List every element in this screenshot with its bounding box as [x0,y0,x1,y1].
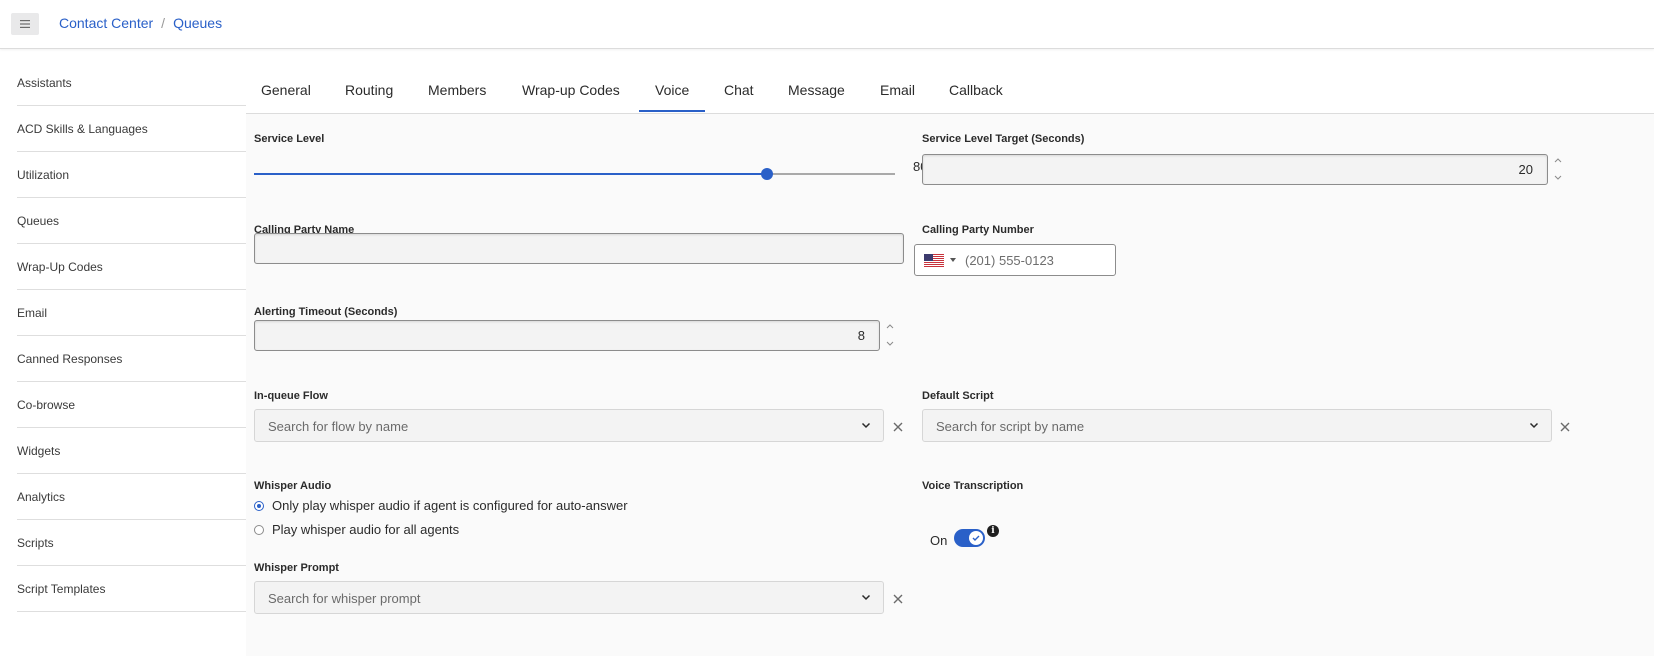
alerting-timeout-input[interactable] [254,320,880,351]
tab-wrap-up-codes[interactable]: Wrap-up Codes [522,82,620,98]
sidebar-item-widgets[interactable]: Widgets [17,428,253,474]
toggle-knob [969,531,983,545]
tab-callback[interactable]: Callback [949,82,1003,98]
us-flag-icon[interactable] [924,254,944,267]
sidebar: Assistants ACD Skills & Languages Utiliz… [17,60,253,612]
sidebar-item-scripts[interactable]: Scripts [17,520,253,566]
tab-bar: General Routing Members Wrap-up Codes Vo… [246,66,1654,114]
sidebar-item-co-browse[interactable]: Co-browse [17,382,253,428]
slider-thumb[interactable] [760,168,773,180]
breadcrumb-separator: / [161,15,166,31]
radio-selected[interactable] [254,500,264,511]
whisper-prompt-placeholder: Search for whisper prompt [268,591,421,606]
whisper-audio-label: Whisper Audio [254,480,332,492]
sidebar-item-analytics[interactable]: Analytics [17,474,253,520]
default-script-label: Default Script [922,390,994,402]
top-bar: Contact Center / Queues [0,0,1654,49]
service-level-target-stepper[interactable] [1553,154,1563,184]
whisper-option-auto-answer[interactable]: Only play whisper audio if agent is conf… [254,498,628,513]
tab-email[interactable]: Email [880,82,915,98]
menu-icon[interactable] [11,13,39,35]
sidebar-item-acd-skills-languages[interactable]: ACD Skills & Languages [17,106,253,152]
calling-party-name-input[interactable] [254,233,904,264]
in-queue-flow-placeholder: Search for flow by name [268,419,409,434]
sidebar-item-wrap-up-codes[interactable]: Wrap-Up Codes [17,244,253,290]
whisper-option-all-agents[interactable]: Play whisper audio for all agents [254,522,459,537]
clear-flow-icon[interactable] [892,421,904,433]
sidebar-item-email[interactable]: Email [17,290,253,336]
check-icon [972,535,980,541]
radio-unselected[interactable] [254,524,264,535]
breadcrumb-contact-center[interactable]: Contact Center [59,15,153,31]
calling-party-number-field [914,244,1116,276]
calling-party-number-label: Calling Party Number [922,224,1034,236]
sidebar-item-script-templates[interactable]: Script Templates [17,566,253,612]
calling-party-number-input[interactable] [965,250,1111,270]
whisper-option-label: Only play whisper audio if agent is conf… [272,498,628,513]
service-level-slider[interactable] [254,166,895,182]
service-level-target-input[interactable] [922,154,1548,185]
breadcrumb-queues[interactable]: Queues [173,15,222,31]
breadcrumb: Contact Center / Queues [59,15,222,31]
alerting-timeout-label: Alerting Timeout (Seconds) [254,306,398,318]
sidebar-item-queues[interactable]: Queues [17,198,253,244]
clear-script-icon[interactable] [1559,421,1571,433]
voice-transcription-state: On [930,533,948,548]
clear-whisper-prompt-icon[interactable] [892,593,904,605]
sidebar-item-canned-responses[interactable]: Canned Responses [17,336,253,382]
sidebar-item-utilization[interactable]: Utilization [17,152,253,198]
in-queue-flow-select[interactable]: Search for flow by name [254,409,884,442]
whisper-option-label: Play whisper audio for all agents [272,522,460,537]
tab-voice[interactable]: Voice [638,82,706,112]
caret-down-icon[interactable] [950,258,956,262]
tab-message[interactable]: Message [788,82,845,98]
alerting-timeout-stepper[interactable] [885,320,895,350]
whisper-prompt-label: Whisper Prompt [254,562,339,574]
tab-members[interactable]: Members [428,82,486,98]
default-script-placeholder: Search for script by name [936,419,1085,434]
in-queue-flow-label: In-queue Flow [254,390,328,402]
tab-general[interactable]: General [261,82,311,98]
voice-settings-panel: General Routing Members Wrap-up Codes Vo… [246,66,1654,656]
sidebar-item-assistants[interactable]: Assistants [17,60,253,106]
chevron-down-icon [1529,422,1539,429]
whisper-prompt-select[interactable]: Search for whisper prompt [254,581,884,614]
voice-transcription-label: Voice Transcription [922,480,1024,492]
service-level-target-label: Service Level Target (Seconds) [922,133,1085,145]
tab-routing[interactable]: Routing [345,82,393,98]
info-icon[interactable]: i [987,525,999,537]
chevron-down-icon [861,594,871,601]
tab-chat[interactable]: Chat [724,82,754,98]
voice-transcription-toggle[interactable] [954,529,985,547]
default-script-select[interactable]: Search for script by name [922,409,1552,442]
chevron-down-icon [861,422,871,429]
service-level-label: Service Level [254,133,325,145]
slider-fill [254,173,767,175]
